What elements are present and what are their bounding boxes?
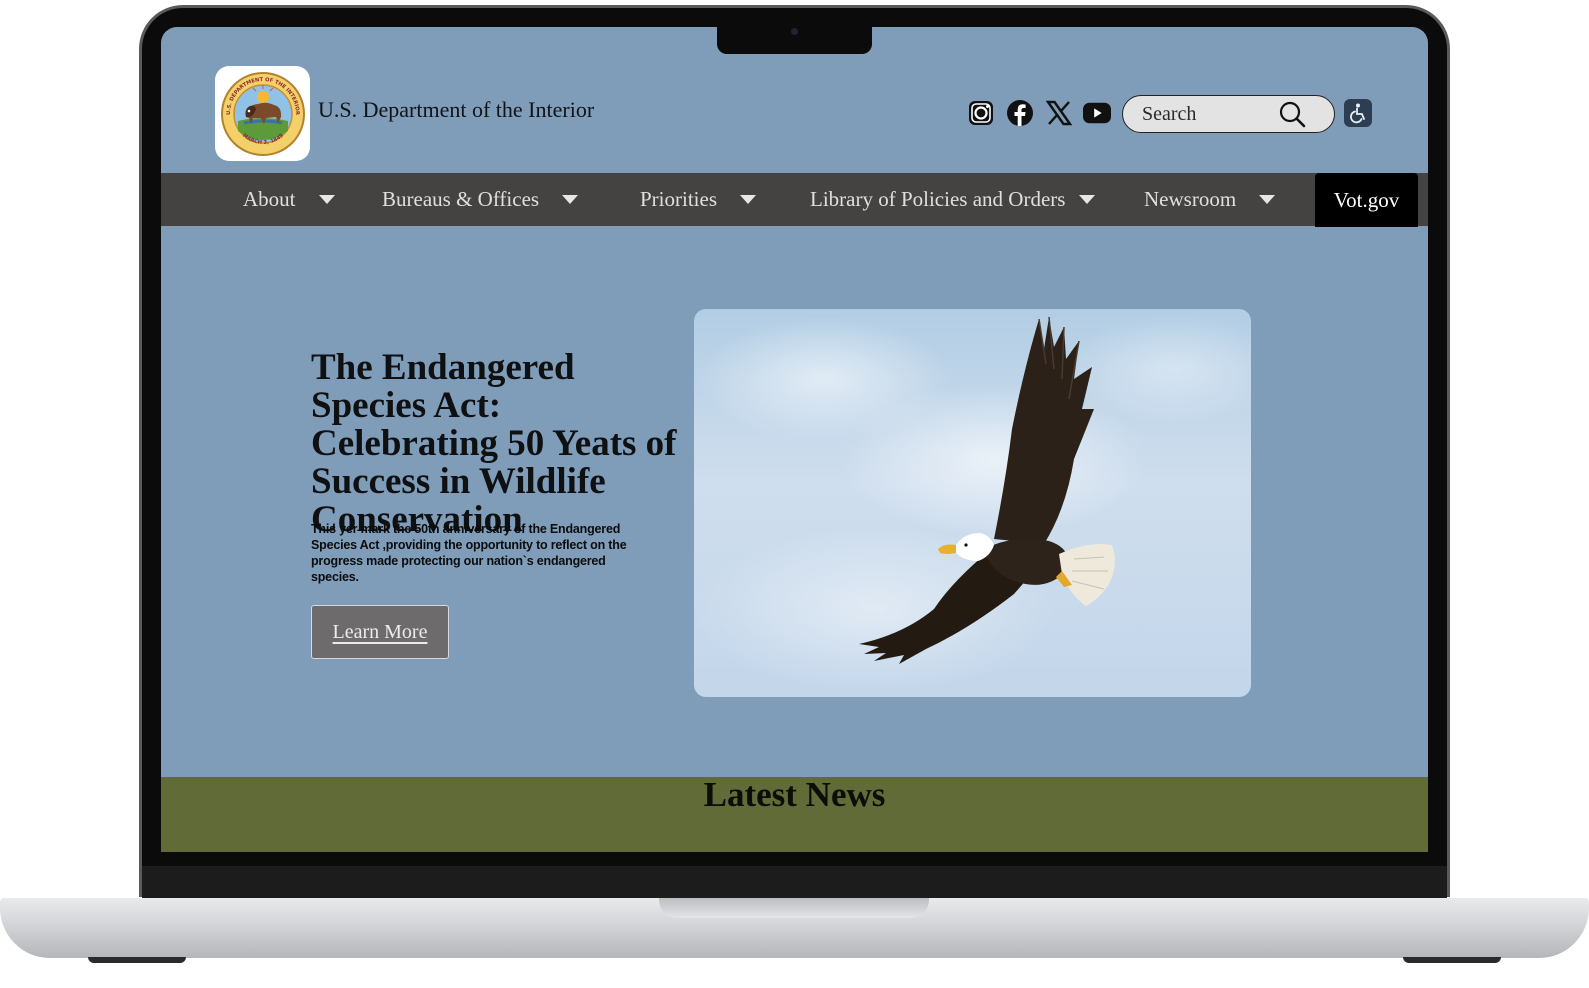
screen: U.S. DEPARTMENT OF THE INTERIOR MARCH 3,… [161, 27, 1428, 852]
laptop-opening-notch [659, 898, 929, 918]
nav-item-bureaus-offices[interactable]: Bureaus & Offices [382, 173, 579, 226]
chevron-down-icon [1259, 195, 1276, 204]
nav-label: Priorities [640, 187, 717, 211]
chevron-down-icon [1079, 195, 1096, 204]
laptop-chin [142, 866, 1447, 900]
search-icon[interactable] [1277, 99, 1307, 129]
nav-item-newsroom[interactable]: Newsroom [1144, 173, 1276, 226]
chevron-down-icon [562, 195, 579, 204]
nav-label: About [243, 187, 296, 211]
nav-label: Newsroom [1144, 187, 1237, 211]
laptop-foot-right [1403, 957, 1501, 963]
nav-label: Library of Policies and Orders [810, 187, 1066, 211]
camera-icon [791, 28, 798, 35]
hero-description: This yer mark the 50th anniversary of th… [311, 522, 627, 584]
site-title[interactable]: U.S. Department of the Interior [318, 97, 594, 123]
x-icon[interactable] [1045, 99, 1073, 127]
learn-more-button[interactable]: Learn More [311, 605, 449, 659]
instagram-icon[interactable] [967, 99, 995, 127]
latest-news-heading: Latest News [703, 775, 886, 814]
hero-image-bald-eagle [694, 309, 1251, 697]
hero-title: The Endangered Species Act: Celebrating … [311, 347, 677, 540]
vot-gov-link[interactable]: Vot.gov [1315, 173, 1418, 227]
chevron-down-icon [740, 195, 756, 204]
laptop-foot-left [88, 957, 186, 963]
nav-item-library-policies-orders[interactable]: Library of Policies and Orders [810, 173, 1096, 226]
nav-item-about[interactable]: About [243, 173, 335, 226]
accessibility-icon[interactable] [1344, 99, 1372, 127]
nav-label: Bureaus & Offices [382, 187, 540, 211]
department-seal-logo[interactable]: U.S. DEPARTMENT OF THE INTERIOR MARCH 3,… [215, 66, 310, 161]
youtube-icon[interactable] [1083, 99, 1111, 127]
chevron-down-icon [318, 195, 335, 204]
search-box[interactable] [1122, 95, 1335, 133]
facebook-icon[interactable] [1006, 99, 1034, 127]
search-input[interactable] [1142, 102, 1292, 126]
main-nav: About Bureaus & Offices Priorities Libra… [161, 173, 1428, 226]
nav-item-priorities[interactable]: Priorities [640, 173, 756, 226]
